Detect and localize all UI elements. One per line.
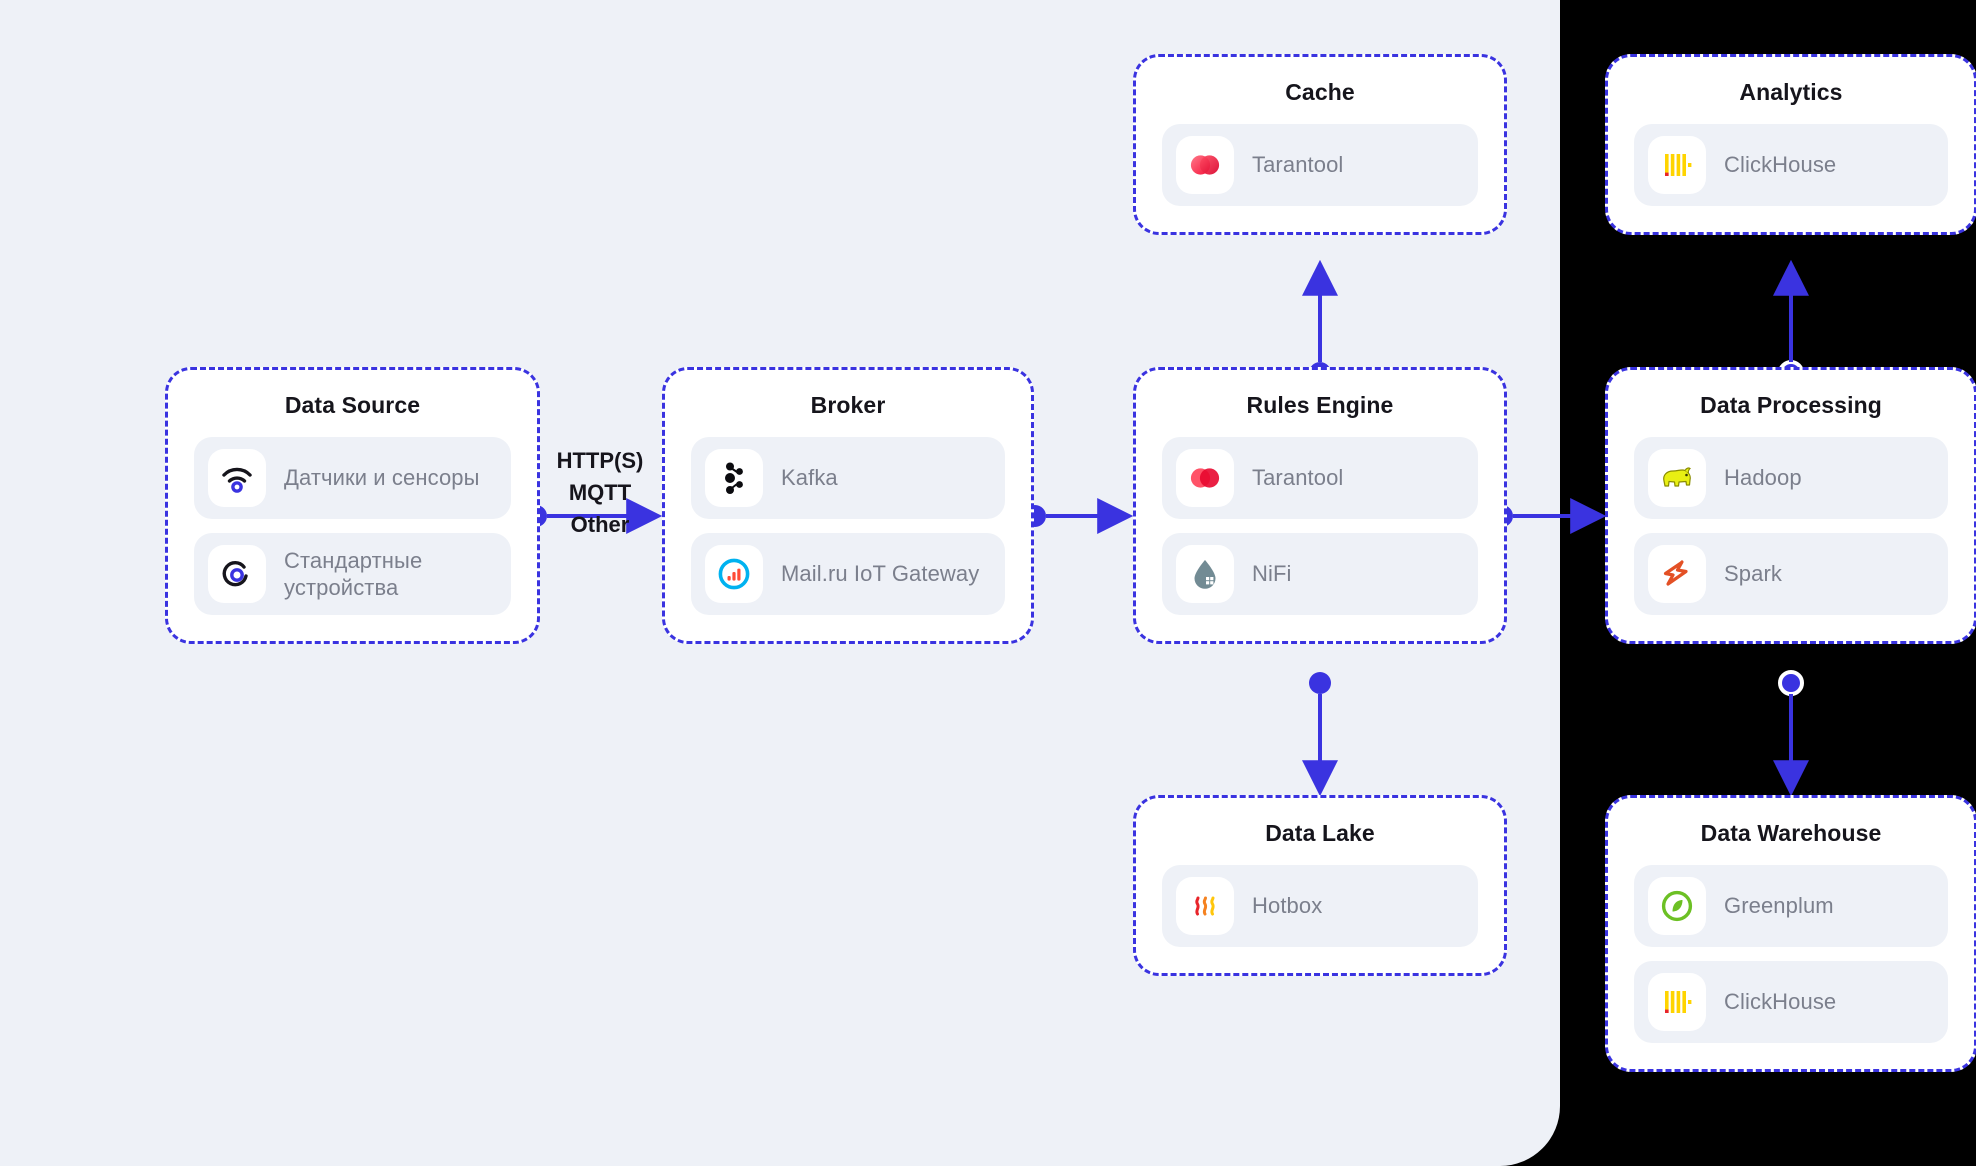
list-item[interactable]: Kafka [691,437,1005,519]
tarantool-icon [1176,449,1234,507]
protocol-line-2: MQTT [568,479,632,505]
list-item[interactable]: Hadoop [1634,437,1948,519]
group-data-warehouse[interactable]: Data Warehouse Greenplum ClickHouse [1605,795,1976,1072]
kafka-icon [705,449,763,507]
mailru-iot-gateway-icon [705,545,763,603]
group-title-data-source: Data Source [284,392,421,418]
protocol-line-1: HTTP(S) [556,448,644,473]
hotbox-icon [1176,877,1234,935]
list-item[interactable]: Tarantool [1162,124,1478,206]
spark-icon [1648,545,1706,603]
greenplum-icon [1648,877,1706,935]
list-item-label: Датчики и сенсоры [284,465,480,491]
list-item-label: Greenplum [1724,893,1834,919]
list-item-label: Hadoop [1724,465,1802,491]
list-item-label: Tarantool [1252,465,1344,491]
connector-dot-rules-bottom [1309,672,1331,694]
wifi-sensor-icon [208,449,266,507]
list-item[interactable]: Tarantool [1162,437,1478,519]
standard-device-icon [208,545,266,603]
list-item-label: ClickHouse [1724,989,1837,1015]
list-item[interactable]: Датчики и сенсоры [194,437,511,519]
list-item[interactable]: ClickHouse [1634,124,1948,206]
group-title-data-warehouse: Data Warehouse [1700,820,1882,846]
group-title-rules-engine: Rules Engine [1246,392,1394,418]
group-analytics[interactable]: Analytics ClickHouse [1605,54,1976,235]
list-item[interactable]: ClickHouse [1634,961,1948,1043]
protocol-line-3: Other [570,511,630,537]
nifi-icon [1176,545,1234,603]
list-item-label: NiFi [1252,561,1292,587]
list-item[interactable]: Mail.ru IoT Gateway [691,533,1005,615]
list-item[interactable]: NiFi [1162,533,1478,615]
group-data-processing[interactable]: Data Processing Hadoop Spark [1605,367,1976,644]
list-item-label: Tarantool [1252,152,1344,178]
group-title-broker: Broker [810,392,886,418]
list-item-label: Hotbox [1252,893,1323,919]
list-item-label: ClickHouse [1724,152,1837,178]
list-item[interactable]: Greenplum [1634,865,1948,947]
group-cache[interactable]: Cache Tarantool [1133,54,1507,235]
hadoop-icon [1648,449,1706,507]
group-data-source[interactable]: Data Source Датчики и сенсоры Стандартны… [165,367,540,644]
group-title-data-processing: Data Processing [1700,392,1882,418]
connector-dot-processing-bottom [1778,670,1804,696]
group-broker[interactable]: Broker Kafka Mail.ru IoT Gateway [662,367,1034,644]
list-item-label: Стандартные устройства [284,547,423,601]
group-rules-engine[interactable]: Rules Engine Tarantool NiFi [1133,367,1507,644]
list-item-label: Mail.ru IoT Gateway [781,561,980,587]
list-item[interactable]: Стандартные устройства [194,533,511,615]
clickhouse-icon [1648,136,1706,194]
group-title-data-lake: Data Lake [1265,820,1375,846]
protocol-label: HTTP(S) MQTT Other [556,445,644,541]
group-title-cache: Cache [1285,79,1355,105]
group-data-lake[interactable]: Data Lake Hotbox [1133,795,1507,976]
list-item-label: Spark [1724,561,1782,587]
list-item-label: Kafka [781,465,838,491]
tarantool-icon [1176,136,1234,194]
architecture-diagram: HTTP(S) MQTT Other Data Source Датчики и… [0,0,1976,1166]
group-title-analytics: Analytics [1739,79,1843,105]
list-item[interactable]: Hotbox [1162,865,1478,947]
clickhouse-icon [1648,973,1706,1031]
list-item[interactable]: Spark [1634,533,1948,615]
